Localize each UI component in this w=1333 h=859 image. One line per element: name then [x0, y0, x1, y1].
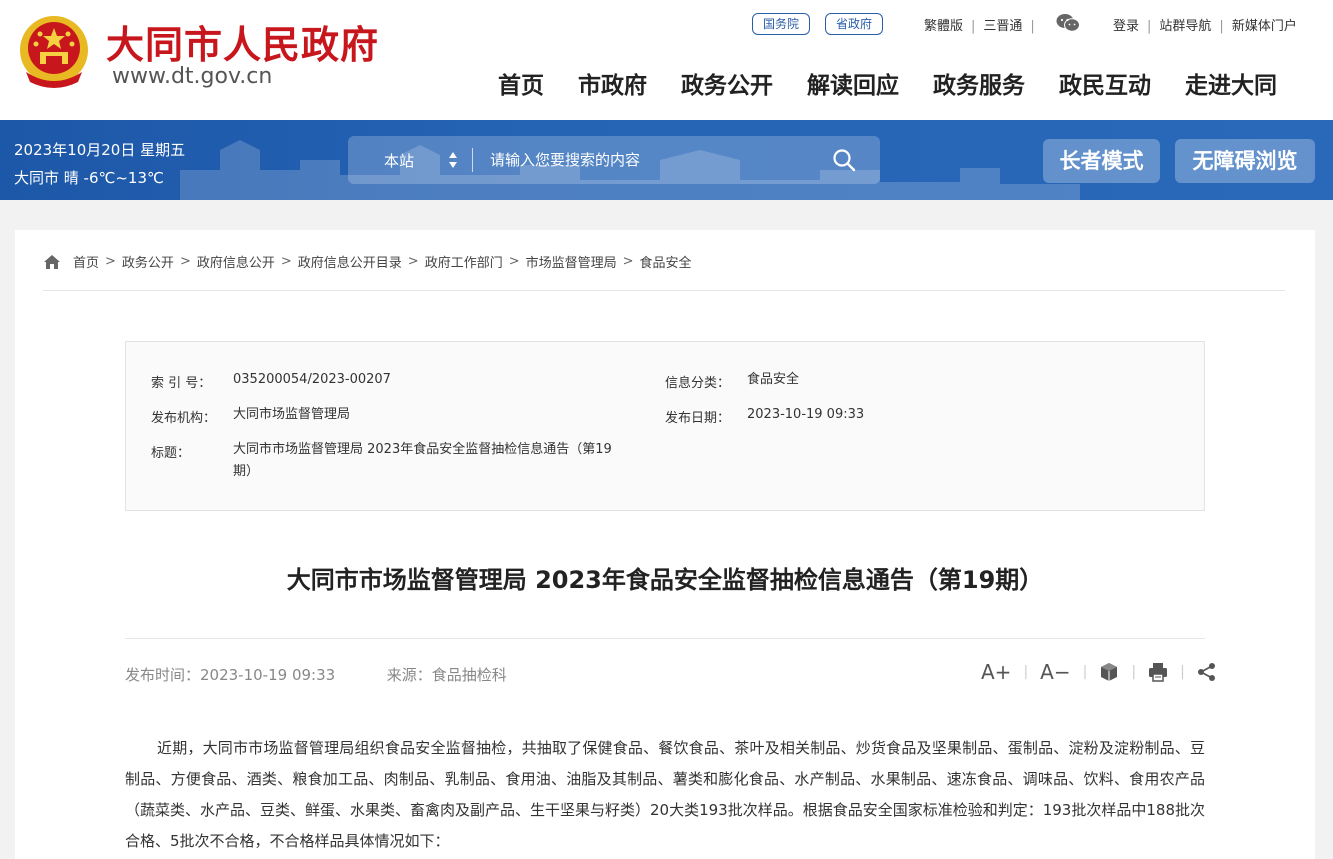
publisher-value: 大同市场监督管理局 [233, 407, 351, 422]
site-group-nav-link[interactable]: 站群导航 [1159, 19, 1211, 34]
article-body: 近期，大同市市场监督管理局组织食品安全监督抽检，共抽取了保健食品、餐饮食品、茶叶… [125, 739, 1205, 850]
cube-icon[interactable] [1099, 662, 1119, 682]
font-decrease-button[interactable]: A− [1040, 660, 1070, 684]
search-scope-select[interactable]: 本站 [384, 150, 414, 171]
search-input[interactable] [490, 144, 820, 176]
state-council-link[interactable]: 国务院 [752, 13, 811, 35]
index-number-label: 索 引 号： [151, 376, 212, 391]
nav-gov-services[interactable]: 政务服务 [933, 66, 1025, 100]
site-title[interactable]: 大同市人民政府 [106, 14, 379, 69]
content-card: 首页 > 政务公开 > 政府信息公开 > 政府信息公开目录 > 政府工作部门 > 市场监督… [15, 230, 1315, 859]
weather: 大同市 晴 -6℃~13℃ [14, 169, 164, 187]
national-emblem-icon[interactable] [16, 12, 92, 92]
elder-mode-button[interactable]: 长者模式 [1043, 139, 1160, 183]
province-gov-link[interactable]: 省政府 [825, 13, 884, 35]
date-weather: 2023年10月20日 星期五 大同市 晴 -6℃~13℃ [14, 136, 185, 192]
search-banner: 2023年10月20日 星期五 大同市 晴 -6℃~13℃ 本站 长者模式 无障… [0, 120, 1333, 200]
sanjintong-link[interactable]: 三晋通 [983, 19, 1022, 34]
crumb-gov-info[interactable]: 政府信息公开 [197, 252, 275, 271]
search-divider [472, 148, 473, 172]
main-nav: 首页 市政府 政务公开 解读回应 政务服务 政民互动 走进大同 [498, 66, 1277, 100]
nav-interpretation[interactable]: 解读回应 [807, 66, 899, 100]
nav-gov-affairs-open[interactable]: 政务公开 [681, 66, 773, 100]
nav-home[interactable]: 首页 [498, 66, 544, 100]
toplinks-right: 登录 | 站群导航 | 新媒体门户 [1113, 19, 1297, 34]
publish-info: 发布时间：2023-10-19 09:33 来源：食品抽检科 [125, 664, 507, 685]
publisher-label: 发布机构： [151, 411, 217, 426]
nav-about-datong[interactable]: 走进大同 [1185, 66, 1277, 100]
crumb-gov-affairs[interactable]: 政务公开 [122, 252, 174, 271]
search-icon[interactable] [832, 148, 856, 172]
publish-date-value: 2023-10-19 09:33 [747, 407, 865, 422]
toplinks-left: 繁體版 | 三晋通 | [924, 19, 1035, 34]
index-number-value: 035200054/2023-00207 [233, 372, 391, 387]
accessible-browse-button[interactable]: 无障碍浏览 [1175, 139, 1315, 183]
current-date: 2023年10月20日 星期五 [14, 141, 186, 159]
article-title: 大同市市场监督管理局 2023年食品安全监督抽检信息通告（第19期） [286, 566, 1044, 594]
publish-time: 发布时间：2023-10-19 09:33 [125, 666, 336, 684]
crumb-departments[interactable]: 政府工作部门 [425, 252, 503, 271]
traditional-chinese-link[interactable]: 繁體版 [924, 19, 963, 34]
wechat-icon[interactable] [1056, 13, 1080, 33]
category-label: 信息分类： [665, 376, 731, 391]
site-header: 大同市人民政府 www.dt.gov.cn 国务院 省政府 繁體版 | 三晋通 | 登… [0, 0, 1333, 120]
article-tools: A+ | A− | | | [981, 660, 1217, 684]
new-media-link[interactable]: 新媒体门户 [1232, 19, 1297, 34]
breadcrumb-divider [43, 290, 1285, 291]
login-link[interactable]: 登录 [1113, 19, 1139, 34]
font-increase-button[interactable]: A+ [981, 660, 1011, 684]
title-label: 标题： [151, 446, 191, 461]
search-box: 本站 [348, 136, 880, 184]
nav-city-gov[interactable]: 市政府 [578, 66, 647, 100]
home-icon[interactable] [43, 254, 61, 270]
crumb-gov-info-catalog[interactable]: 政府信息公开目录 [298, 252, 402, 271]
article-source: 来源：食品抽检科 [386, 666, 507, 684]
crumb-market-supervision[interactable]: 市场监督管理局 [526, 252, 617, 271]
category-value: 食品安全 [747, 372, 800, 387]
sort-arrows-icon[interactable] [448, 150, 458, 170]
site-url: www.dt.gov.cn [112, 64, 273, 89]
info-metadata-box: 索 引 号： 035200054/2023-00207 信息分类： 食品安全 发… [125, 341, 1205, 511]
crumb-home[interactable]: 首页 [73, 252, 99, 271]
title-divider [125, 638, 1205, 639]
publish-date-label: 发布日期： [665, 411, 731, 426]
title-value: 大同市市场监督管理局 2023年食品安全监督抽检信息通告（第19期） [233, 442, 612, 479]
print-icon[interactable] [1148, 662, 1168, 682]
nav-interaction[interactable]: 政民互动 [1059, 66, 1151, 100]
share-icon[interactable] [1197, 662, 1217, 682]
crumb-food-safety[interactable]: 食品安全 [640, 252, 692, 271]
breadcrumb: 首页 > 政务公开 > 政府信息公开 > 政府信息公开目录 > 政府工作部门 > 市场监督… [43, 252, 692, 271]
